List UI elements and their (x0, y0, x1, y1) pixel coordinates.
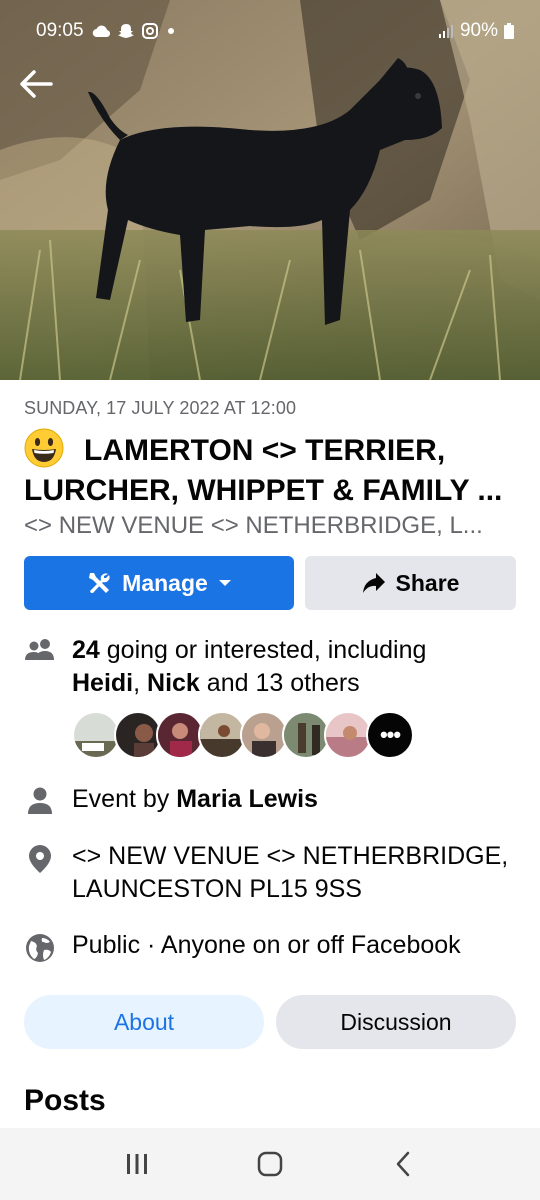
arrow-left-icon (20, 70, 53, 98)
privacy-row: Public · Anyone on or off Facebook (24, 929, 524, 963)
event-title-line2: LURCHER, WHIPPET & FAMILY ... (24, 474, 503, 507)
host-row[interactable]: Event by Maria Lewis (24, 783, 524, 816)
tools-icon (89, 573, 110, 593)
chevron-left-icon (397, 1151, 410, 1177)
cover-photo[interactable]: 09:05 90% (0, 0, 540, 380)
snapchat-icon (117, 23, 134, 39)
back-nav-button[interactable] (373, 1134, 433, 1194)
attendee-name[interactable]: Nick (147, 669, 200, 697)
attendance-others[interactable]: and 13 others (200, 669, 360, 697)
home-icon (257, 1151, 283, 1177)
status-bar: 09:05 90% (0, 0, 540, 62)
avatar[interactable] (324, 711, 372, 759)
location-pin-icon (29, 845, 51, 873)
attendee-avatars[interactable]: ••• (72, 711, 414, 759)
event-venue-summary[interactable]: <> NEW VENUE <> NETHERBRIDGE, L... (24, 512, 516, 540)
tab-about[interactable]: About (24, 995, 264, 1049)
caret-down-icon (218, 580, 231, 586)
signal-icon (438, 24, 454, 38)
instagram-icon (141, 23, 158, 39)
battery-icon (504, 23, 514, 39)
avatar[interactable] (72, 711, 120, 759)
event-title-line1: LAMERTON <> TERRIER, (84, 434, 446, 467)
manage-label: Manage (122, 569, 208, 596)
recent-apps-button[interactable] (107, 1134, 167, 1194)
share-arrow-icon (362, 573, 385, 593)
separator: , (133, 669, 148, 697)
tab-discussion[interactable]: Discussion (276, 995, 516, 1049)
location-row[interactable]: <> NEW VENUE <> NETHERBRIDGE, LAUNCESTON… (24, 840, 524, 906)
attendance-text: going or interested, including (99, 636, 427, 664)
globe-icon (26, 934, 54, 962)
location-line1: <> NEW VENUE <> NETHERBRIDGE, (72, 842, 509, 870)
attendance-count: 24 (72, 636, 100, 664)
system-navigation-bar (0, 1128, 540, 1200)
dot-icon (166, 26, 176, 36)
avatar[interactable] (282, 711, 330, 759)
attendee-name[interactable]: Heidi (72, 669, 133, 697)
avatar[interactable] (156, 711, 204, 759)
back-button[interactable] (14, 62, 58, 106)
privacy-text: Public · Anyone on or off Facebook (72, 931, 461, 959)
posts-heading: Posts (24, 1084, 106, 1117)
home-button[interactable] (240, 1134, 300, 1194)
host-name[interactable]: Maria Lewis (176, 785, 318, 813)
event-date: SUNDAY, 17 JULY 2022 AT 12:00 (24, 398, 297, 418)
people-icon (25, 639, 54, 660)
manage-button[interactable]: Manage (24, 556, 294, 610)
cloud-icon (92, 24, 110, 38)
avatar[interactable] (114, 711, 162, 759)
battery-percent: 90% (459, 20, 498, 41)
clock: 09:05 (36, 20, 84, 41)
location-line2: LAUNCESTON PL15 9SS (72, 875, 362, 903)
person-icon (28, 787, 52, 814)
recent-apps-icon (126, 1154, 147, 1174)
event-title: LAMERTON <> TERRIER, LURCHER, WHIPPET & … (24, 428, 524, 508)
attendance-row[interactable]: 24 going or interested, including Heidi,… (24, 634, 524, 700)
more-attendees-button[interactable]: ••• (366, 711, 414, 759)
avatar[interactable] (198, 711, 246, 759)
host-prefix: Event by (72, 785, 177, 813)
avatar[interactable] (240, 711, 288, 759)
share-label: Share (395, 569, 460, 596)
grinning-face-icon (24, 428, 64, 468)
share-button[interactable]: Share (305, 556, 516, 610)
